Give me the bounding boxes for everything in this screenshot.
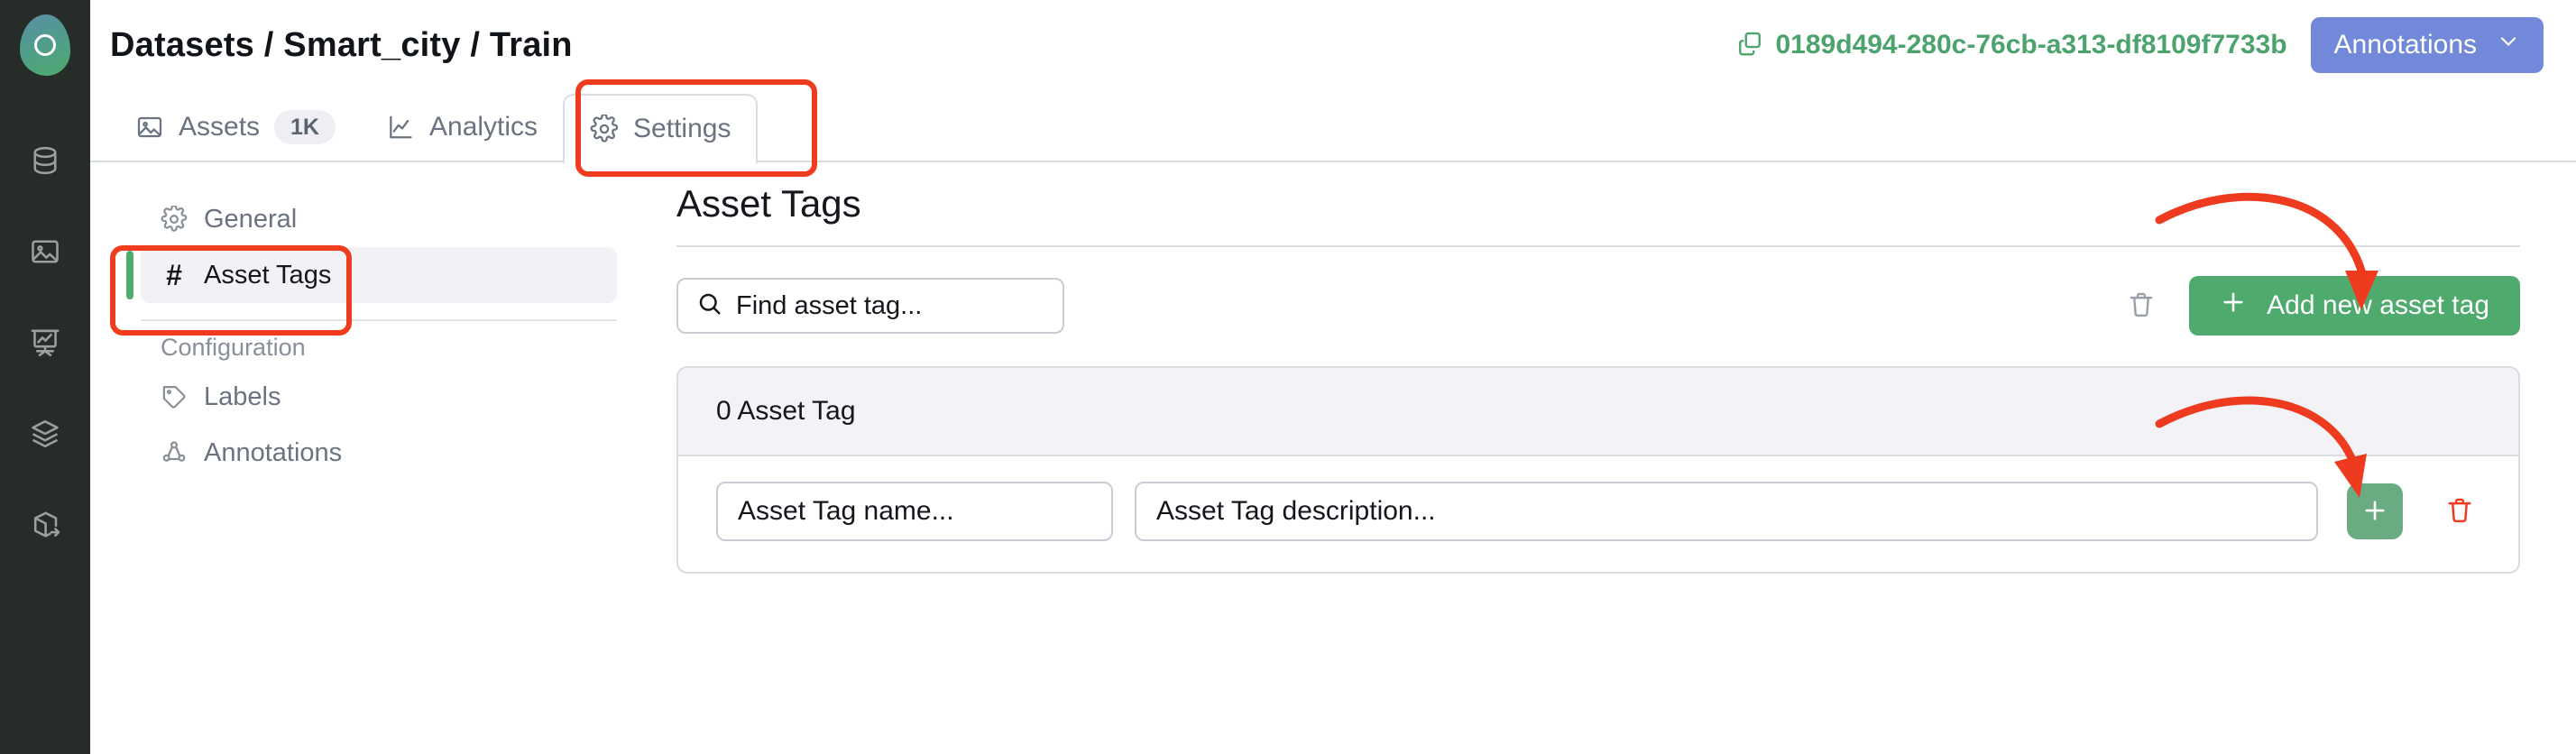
annotations-dropdown-button[interactable]: Annotations: [2310, 17, 2544, 73]
add-new-asset-tag-button[interactable]: Add new asset tag: [2189, 276, 2520, 336]
asset-tags-panel: Asset Tags Find asset tag... Add new ass…: [667, 162, 2576, 754]
breadcrumb: Datasets / Smart_city / Train: [110, 25, 573, 64]
copy-icon: [1736, 30, 1763, 61]
search-box[interactable]: [676, 278, 1064, 334]
sidebar-item-asset-tags[interactable]: # Asset Tags: [126, 247, 617, 303]
rail-item-deployments[interactable]: [20, 504, 70, 546]
sidebar-divider: [141, 319, 617, 321]
gear-icon: [590, 115, 619, 143]
logo-ring: [34, 34, 56, 56]
trash-icon: [2127, 290, 2156, 322]
trash-icon: [2445, 496, 2474, 528]
sidebar-item-labels-label: Labels: [204, 382, 281, 411]
top-bar-actions: 0189d494-280c-76cb-a313-df8109f7733b Ann…: [1736, 17, 2544, 73]
tab-settings-label: Settings: [633, 114, 731, 143]
app-logo[interactable]: [0, 0, 90, 90]
tab-strip: Assets 1K Analytics Settings: [90, 90, 2576, 164]
dataset-uuid-copy[interactable]: 0189d494-280c-76cb-a313-df8109f7733b: [1736, 30, 2287, 61]
tab-settings[interactable]: Settings: [563, 94, 759, 164]
database-icon: [29, 144, 61, 177]
tab-analytics-label: Analytics: [429, 112, 538, 142]
rail-item-analytics[interactable]: [20, 322, 70, 363]
rail-item-datasets[interactable]: [20, 140, 70, 181]
rail-item-models[interactable]: [20, 413, 70, 455]
asset-tag-new-row: [678, 456, 2518, 572]
tab-assets-badge: 1K: [274, 109, 336, 145]
asset-tag-description-field[interactable]: [1135, 482, 2318, 541]
asset-tag-description-input[interactable]: [1156, 496, 2296, 527]
sidebar-item-asset-tags-label: Asset Tags: [204, 260, 332, 290]
layers-icon: [29, 418, 61, 450]
chevron-down-icon: [2497, 30, 2520, 60]
logo-blob-icon: [20, 14, 70, 76]
settings-body: General # Asset Tags Configuration Label…: [90, 162, 2576, 754]
sidebar-item-labels[interactable]: Labels: [141, 369, 617, 425]
tag-icon: [161, 383, 188, 410]
rail-item-assets[interactable]: [20, 231, 70, 272]
asset-tags-card: 0 Asset Tag: [676, 366, 2520, 574]
sidebar-item-annotations[interactable]: Annotations: [141, 425, 617, 481]
annotations-dropdown-label: Annotations: [2333, 30, 2477, 60]
asset-tag-count-label: 0 Asset Tag: [716, 396, 856, 426]
rail-item-list: [0, 140, 90, 546]
primary-icon-rail: [0, 0, 90, 754]
presentation-chart-icon: [29, 326, 61, 359]
box-arrow-icon: [29, 509, 61, 541]
search-input[interactable]: [736, 290, 1044, 321]
plus-icon: [2361, 497, 2388, 527]
asset-tag-name-field[interactable]: [716, 482, 1113, 541]
hash-icon: #: [166, 259, 182, 291]
confirm-add-asset-tag-button[interactable]: [2347, 483, 2403, 539]
app-root: Datasets / Smart_city / Train 0189d494-2…: [0, 0, 2576, 754]
add-new-asset-tag-label: Add new asset tag: [2267, 290, 2489, 320]
search-icon: [696, 290, 723, 322]
remove-asset-tag-row-button[interactable]: [2435, 483, 2484, 539]
bulk-delete-button[interactable]: [2121, 282, 2162, 329]
gear-icon: [161, 206, 188, 233]
main-area: Datasets / Smart_city / Train 0189d494-2…: [90, 0, 2576, 754]
title-divider: [676, 245, 2520, 247]
image-icon: [29, 235, 61, 268]
sidebar-item-general-label: General: [204, 204, 298, 234]
nodes-icon: [161, 439, 188, 466]
sidebar-section-configuration: Configuration: [161, 334, 306, 361]
page-title: Asset Tags: [676, 182, 861, 225]
tab-assets[interactable]: Assets 1K: [110, 92, 361, 162]
plus-icon: [2220, 289, 2247, 323]
line-chart-icon: [386, 113, 415, 142]
asset-tags-toolbar: Add new asset tag: [676, 276, 2520, 336]
tab-assets-label: Assets: [179, 112, 261, 142]
image-icon: [135, 113, 164, 142]
settings-sidebar: General # Asset Tags Configuration Label…: [90, 162, 667, 754]
asset-tag-name-input[interactable]: [738, 496, 1091, 527]
sidebar-item-general[interactable]: General: [141, 191, 617, 247]
tab-analytics[interactable]: Analytics: [361, 92, 563, 162]
dataset-uuid-text: 0189d494-280c-76cb-a313-df8109f7733b: [1775, 30, 2287, 60]
top-bar: Datasets / Smart_city / Train 0189d494-2…: [90, 0, 2576, 90]
toolbar-actions: Add new asset tag: [2121, 276, 2520, 336]
sidebar-item-annotations-label: Annotations: [204, 437, 343, 467]
asset-tag-count-header: 0 Asset Tag: [678, 368, 2518, 456]
